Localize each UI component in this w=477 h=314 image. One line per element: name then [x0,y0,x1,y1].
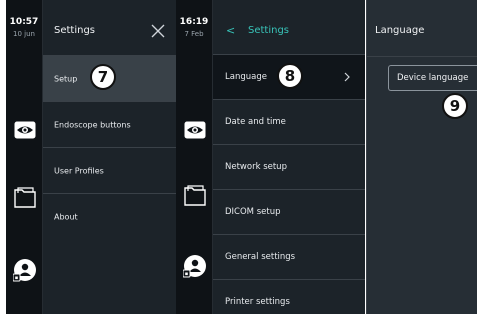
menu-item-dicom-setup[interactable]: DICOM setup [213,189,365,234]
menu-item-endoscope-buttons[interactable]: Endoscope buttons [43,102,176,148]
language-panel-title: Language [375,25,425,36]
menu-item-label: DICOM setup [225,207,281,217]
menu-item-general-settings[interactable]: General settings [213,234,365,279]
close-icon[interactable] [150,23,166,39]
user-lock-icon[interactable] [182,253,207,278]
clock-time: 16:19 [179,17,209,27]
callout-9: 9 [442,93,468,119]
left-side-rail: 10:57 10 jun [6,0,43,314]
menu-item-label: Date and time [225,117,286,127]
menu-item-label: Setup [54,74,78,83]
right-side-rail: 16:19 7 Feb [176,0,213,314]
settings-menu-panel: Settings Setup Endoscope buttons User Pr… [43,0,176,314]
menu-item-label: General settings [225,252,296,262]
menu-item-printer-settings[interactable]: Printer settings [213,279,365,314]
setup-menu-panel: < Settings Language Date and time Networ… [213,0,365,314]
clock-date: 7 Feb [184,30,204,38]
menu-item-label: Endoscope buttons [54,120,131,129]
eye-icon[interactable] [182,117,207,142]
menu-item-label: Network setup [225,162,287,172]
clock-date: 10 jun [13,30,35,38]
folder-icon[interactable] [182,183,207,208]
clock-time: 10:57 [9,17,39,27]
settings-header: Settings [43,0,176,56]
menu-item-label: About [54,212,78,222]
callout-7: 7 [90,64,116,90]
device-language-button[interactable]: Device language [388,65,477,91]
setup-title: Settings [248,25,290,36]
menu-item-user-profiles[interactable]: User Profiles [43,148,176,194]
setup-header: < Settings [213,0,365,56]
divider [367,56,477,57]
callout-8: 8 [277,63,303,89]
user-lock-icon[interactable] [12,257,37,282]
menu-item-about[interactable]: About [43,194,176,240]
menu-item-date-and-time[interactable]: Date and time [213,99,365,144]
folder-icon[interactable] [12,185,37,210]
menu-item-label: Language [225,72,267,82]
eye-icon[interactable] [12,117,37,142]
language-panel: Language Device language [366,0,477,314]
menu-item-network-setup[interactable]: Network setup [213,144,365,189]
menu-item-label: Printer settings [225,297,290,307]
back-chevron-icon[interactable]: < [226,25,235,37]
settings-title: Settings [54,25,96,36]
menu-item-label: User Profiles [54,166,104,175]
chevron-right-icon [344,72,350,82]
